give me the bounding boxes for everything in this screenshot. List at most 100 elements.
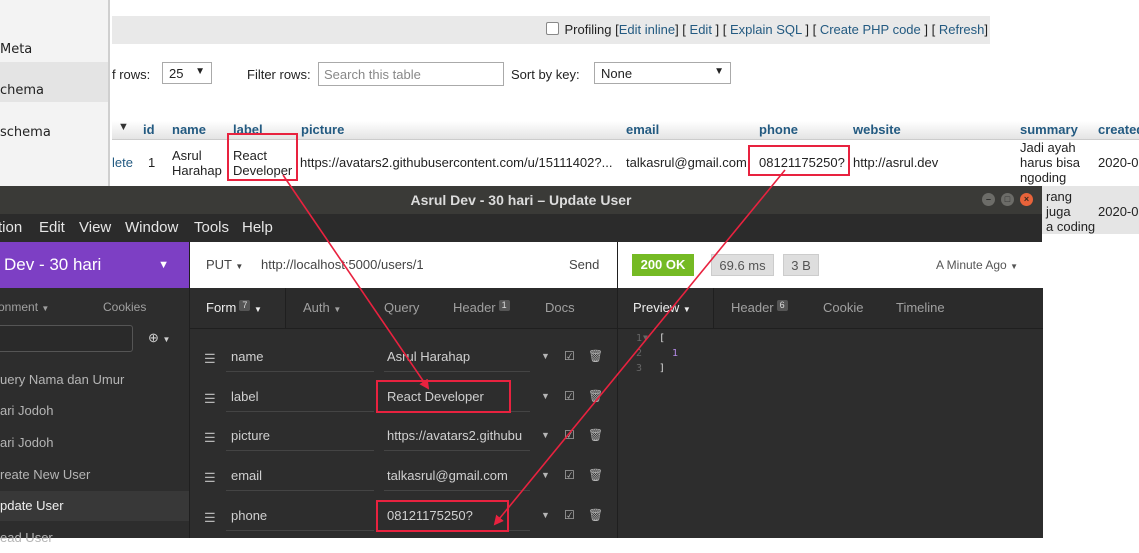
form-key-input[interactable]: label [226, 382, 374, 412]
caret-down-icon[interactable]: ▼ [541, 430, 550, 440]
trash-icon[interactable]: 🗑 [588, 508, 603, 522]
caret-down-icon[interactable]: ▼ [541, 351, 550, 361]
caret-down-icon: ▼ [162, 335, 171, 344]
window-titlebar[interactable]: Asrul Dev - 30 hari – Update User – □ × [0, 186, 1042, 214]
cell-summary-line: Jadi ayah [1020, 140, 1076, 155]
form-key-input[interactable]: picture [226, 421, 374, 451]
method-dropdown[interactable]: PUT ▼ [206, 257, 243, 272]
edit-link[interactable]: Edit [690, 22, 712, 37]
profiling-checkbox[interactable] [545, 22, 559, 35]
tab-query[interactable]: Query [384, 288, 419, 328]
menu-window[interactable]: Window [125, 219, 178, 236]
column-header-website[interactable]: website [853, 122, 901, 137]
close-icon[interactable]: × [1020, 193, 1033, 206]
checkbox-icon[interactable]: ☑ [564, 389, 575, 403]
menu-tools[interactable]: Tools [194, 219, 229, 236]
environment-dropdown[interactable]: onment ▼ [0, 300, 49, 314]
form-key-input[interactable]: phone [226, 501, 374, 531]
caret-down-icon[interactable]: ▼ [541, 391, 550, 401]
rows-select[interactable]: 25 ▼ [162, 62, 212, 84]
filter-input[interactable] [0, 325, 133, 352]
add-request-button[interactable]: ⊕ ▼ [148, 330, 170, 346]
sort-by-key-label: Sort by key: [511, 67, 580, 82]
pma-sidebar-item[interactable]: Meta [0, 42, 108, 62]
trash-icon[interactable]: 🗑 [588, 389, 603, 403]
checkbox-icon[interactable]: ☑ [564, 508, 575, 522]
window-title: Asrul Dev - 30 hari – Update User [410, 192, 632, 208]
column-header-id[interactable]: id [143, 122, 155, 137]
menu-application[interactable]: tion [0, 219, 22, 236]
workspace-dropdown[interactable]: Dev - 30 hari ▼ [0, 242, 189, 288]
edit-inline-link[interactable]: Edit inline [619, 22, 675, 37]
sort-by-key-select[interactable]: None ▼ [594, 62, 731, 84]
request-item[interactable]: ead User [0, 523, 189, 553]
drag-handle-icon[interactable]: ☰ [204, 470, 216, 486]
pma-sidebar-item[interactable]: schema [0, 125, 108, 145]
checkbox-icon[interactable]: ☑ [564, 468, 575, 482]
column-header-phone[interactable]: phone [759, 122, 798, 137]
line-number: 1 [636, 333, 643, 344]
pma-sidebar-item[interactable]: chema [0, 62, 108, 102]
tab-form[interactable]: Form 7 ▼ [190, 288, 286, 328]
form-value-input[interactable]: talkasrul@gmail.com [384, 461, 530, 491]
menu-edit[interactable]: Edit [39, 219, 65, 236]
sort-arrow-icon[interactable]: ▼ [118, 121, 129, 133]
drag-handle-icon[interactable]: ☰ [204, 430, 216, 446]
tab-docs[interactable]: Docs [545, 288, 575, 328]
fold-arrow-icon[interactable]: ▼ [643, 333, 648, 342]
form-value-input[interactable]: https://avatars2.githubu [384, 421, 530, 451]
delete-link[interactable]: lete [112, 155, 133, 170]
drag-handle-icon[interactable]: ☰ [204, 510, 216, 526]
menu-help[interactable]: Help [242, 219, 273, 236]
highlight-box [227, 133, 298, 181]
form-key-input[interactable]: email [226, 461, 374, 491]
trash-icon[interactable]: 🗑 [588, 468, 603, 482]
minimize-icon[interactable]: – [982, 193, 995, 206]
chevron-down-icon: ▼ [714, 66, 724, 77]
tab-header[interactable]: Header 1 [453, 288, 510, 328]
caret-down-icon[interactable]: ▼ [541, 510, 550, 520]
header-count-badge: 1 [498, 300, 510, 311]
menu-view[interactable]: View [79, 219, 111, 236]
checkbox-icon[interactable]: ☑ [564, 428, 575, 442]
tab-preview[interactable]: Preview ▼ [618, 288, 714, 328]
form-key-input[interactable]: name [226, 342, 374, 372]
maximize-icon[interactable]: □ [1001, 193, 1014, 206]
trash-icon[interactable]: 🗑 [588, 428, 603, 442]
caret-down-icon[interactable]: ▼ [541, 470, 550, 480]
response-status-bar: 200 OK 69.6 ms 3 B A Minute Ago ▼ [618, 242, 1043, 288]
request-item[interactable]: ari Jodoh [0, 396, 189, 426]
history-dropdown[interactable]: A Minute Ago ▼ [936, 258, 1018, 272]
request-item[interactable]: reate New User [0, 460, 189, 490]
explain-sql-link[interactable]: Explain SQL [730, 22, 802, 37]
cell-email: talkasrul@gmail.com [626, 155, 747, 170]
refresh-link[interactable]: Refresh [939, 22, 985, 37]
url-input[interactable]: http://localhost:5000/users/1 [261, 257, 424, 272]
request-item-active[interactable]: pdate User [0, 491, 189, 521]
tab-auth[interactable]: Auth ▼ [303, 288, 341, 328]
cell-summary-line: harus bisa [1020, 155, 1080, 170]
drag-handle-icon[interactable]: ☰ [204, 351, 216, 367]
trash-icon[interactable]: 🗑 [588, 349, 603, 363]
drag-handle-icon[interactable]: ☰ [204, 391, 216, 407]
column-header-name[interactable]: name [172, 122, 206, 137]
column-header-summary[interactable]: summary [1020, 122, 1078, 137]
checkbox-icon[interactable]: ☑ [564, 349, 575, 363]
request-sidebar: Dev - 30 hari ▼ onment ▼ Cookies ⊕ ▼ uer… [0, 242, 189, 545]
request-item[interactable]: ari Jodoh [0, 428, 189, 458]
method-label: PUT [206, 257, 232, 272]
form-value-input[interactable]: Asrul Harahap [384, 342, 530, 372]
column-header-picture[interactable]: picture [301, 122, 344, 137]
filter-rows-input[interactable]: Search this table [318, 62, 504, 86]
tab-timeline[interactable]: Timeline [896, 288, 945, 328]
insomnia-window: Asrul Dev - 30 hari – Update User – □ × … [0, 186, 1043, 545]
tab-cookie[interactable]: Cookie [823, 288, 863, 328]
send-button[interactable]: Send [569, 257, 599, 272]
cookies-button[interactable]: Cookies [103, 300, 146, 314]
cell-summary-line: juga [1046, 204, 1071, 219]
request-item[interactable]: uery Nama dan Umur [0, 365, 189, 395]
column-header-created[interactable]: created [1098, 122, 1139, 137]
create-php-code-link[interactable]: Create PHP code [820, 22, 921, 37]
column-header-email[interactable]: email [626, 122, 659, 137]
tab-response-header[interactable]: Header 6 [731, 288, 788, 328]
